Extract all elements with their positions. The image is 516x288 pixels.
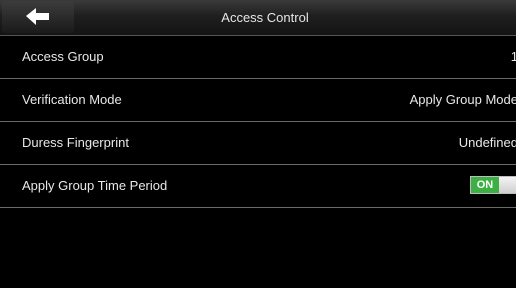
page-title: Access Control: [221, 10, 309, 25]
setting-row-duress-fingerprint[interactable]: Duress Fingerprint Undefined: [0, 122, 516, 165]
toggle-knob: [499, 177, 516, 193]
setting-label: Access Group: [22, 49, 104, 64]
setting-value: 1: [510, 49, 516, 64]
settings-list: Access Group 1 Verification Mode Apply G…: [0, 36, 516, 208]
apply-group-time-period-toggle[interactable]: ON: [470, 176, 516, 194]
setting-value: Apply Group Mode: [409, 92, 516, 107]
setting-label: Verification Mode: [22, 92, 122, 107]
setting-row-apply-group-time-period[interactable]: Apply Group Time Period ON: [0, 165, 516, 208]
setting-label: Apply Group Time Period: [22, 178, 168, 193]
setting-row-verification-mode[interactable]: Verification Mode Apply Group Mode: [0, 79, 516, 122]
setting-value: Undefined: [458, 135, 516, 150]
access-control-screen: Access Control Access Group 1 Verificati…: [0, 0, 516, 288]
header-bar: Access Control: [0, 0, 516, 36]
setting-row-access-group[interactable]: Access Group 1: [0, 36, 516, 79]
setting-label: Duress Fingerprint: [22, 135, 129, 150]
toggle-on-label: ON: [471, 177, 499, 193]
